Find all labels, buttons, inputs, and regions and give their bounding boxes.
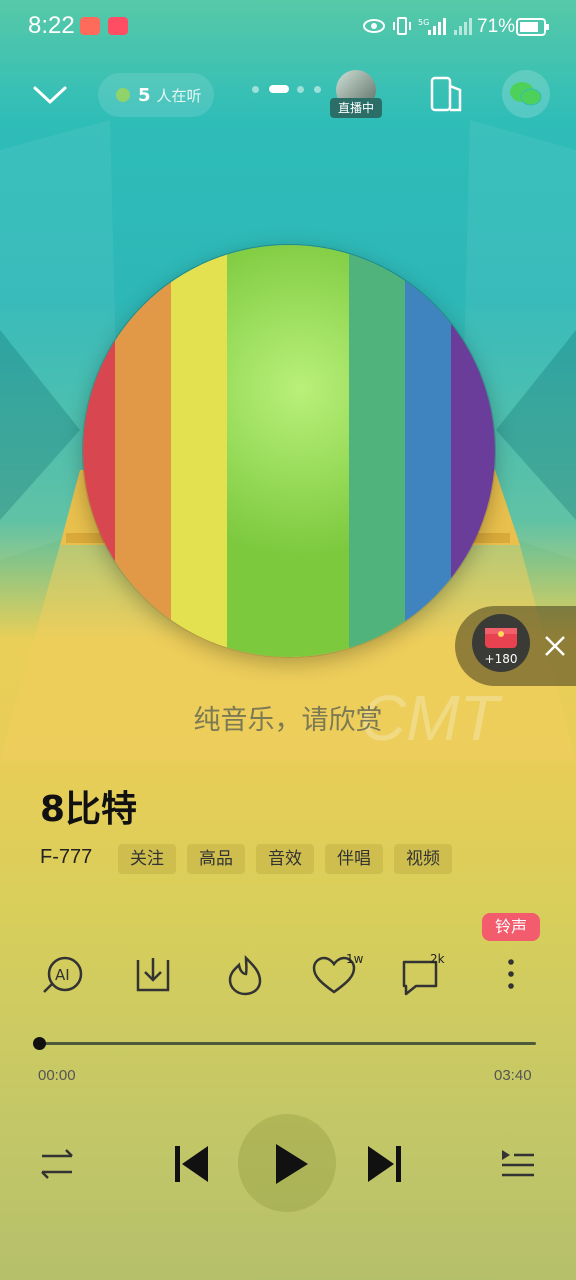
tag-quality[interactable]: 高品 bbox=[187, 844, 245, 874]
tag-follow[interactable]: 关注 bbox=[118, 844, 176, 874]
cover-stripe bbox=[405, 245, 451, 657]
artist-name[interactable]: F-777 bbox=[40, 846, 92, 869]
gift-box-icon bbox=[485, 628, 517, 648]
repeat-icon bbox=[41, 1149, 73, 1179]
page-dot bbox=[297, 86, 304, 93]
more-button[interactable] bbox=[486, 950, 536, 1000]
status-time: 8:22 bbox=[28, 12, 75, 39]
status-bar: 8:22 5G 71% bbox=[0, 0, 576, 54]
shop-notification-icon bbox=[108, 17, 128, 35]
chevron-down-icon bbox=[33, 86, 67, 105]
eye-icon bbox=[363, 19, 385, 33]
page-dot bbox=[314, 86, 321, 93]
total-time: 03:40 bbox=[494, 1067, 532, 1084]
phone-cast-icon bbox=[430, 76, 462, 112]
comment-button[interactable]: 2k bbox=[398, 950, 448, 1000]
playlist-button[interactable] bbox=[498, 1144, 538, 1184]
listeners-label: 人在听 bbox=[156, 86, 202, 105]
download-button[interactable] bbox=[128, 950, 178, 1000]
tag-effects[interactable]: 音效 bbox=[256, 844, 314, 874]
signal-weak-icon bbox=[454, 18, 472, 35]
video-notification-icon bbox=[80, 17, 100, 35]
page-dot bbox=[252, 86, 259, 93]
current-time: 00:00 bbox=[38, 1067, 76, 1084]
progress-track[interactable] bbox=[38, 1042, 536, 1045]
song-title: 8比特 bbox=[40, 789, 138, 830]
vibrate-icon bbox=[393, 17, 411, 35]
progress-thumb[interactable] bbox=[33, 1037, 46, 1050]
live-badge[interactable]: 直播中 bbox=[330, 98, 382, 118]
ringtone-badge[interactable]: 铃声 bbox=[482, 913, 540, 941]
gift-box-button[interactable]: +180 bbox=[472, 614, 530, 672]
cover-stripe bbox=[227, 245, 349, 657]
album-cover[interactable] bbox=[82, 244, 496, 658]
flame-icon bbox=[228, 954, 262, 996]
battery-percent: 71% bbox=[477, 16, 516, 37]
cover-stripe bbox=[349, 245, 405, 657]
close-float-button[interactable] bbox=[540, 631, 570, 661]
collapse-button[interactable] bbox=[30, 78, 70, 112]
cover-stripe bbox=[115, 245, 171, 657]
lyric-line[interactable]: 纯音乐，请欣赏 bbox=[0, 698, 576, 737]
ai-icon: AI bbox=[43, 956, 83, 993]
comment-count: 2k bbox=[430, 952, 445, 966]
listeners-indicator-icon bbox=[116, 88, 130, 102]
play-icon bbox=[276, 1144, 308, 1184]
page-dot-active bbox=[269, 85, 289, 93]
fire-button[interactable] bbox=[220, 950, 270, 1000]
like-count: 1w bbox=[346, 952, 364, 966]
svg-text:5G: 5G bbox=[418, 18, 429, 27]
signal-5g-icon: 5G bbox=[418, 18, 446, 35]
tag-video[interactable]: 视频 bbox=[394, 844, 452, 874]
more-vertical-icon bbox=[508, 959, 514, 989]
wechat-icon bbox=[510, 82, 542, 106]
ai-button[interactable]: AI bbox=[38, 950, 88, 1000]
listeners-pill[interactable]: 5 人在听 bbox=[98, 73, 214, 117]
close-icon bbox=[545, 636, 565, 656]
like-button[interactable]: 1w bbox=[310, 950, 364, 1000]
skip-previous-icon bbox=[175, 1146, 208, 1182]
skip-next-icon bbox=[368, 1146, 401, 1182]
play-mode-button[interactable] bbox=[38, 1144, 78, 1184]
cover-stripe bbox=[83, 245, 115, 657]
cover-stripe bbox=[171, 245, 227, 657]
device-switch-button[interactable] bbox=[426, 74, 466, 114]
wechat-share-button[interactable] bbox=[502, 70, 550, 118]
playlist-icon bbox=[502, 1150, 534, 1177]
svg-text:AI: AI bbox=[55, 966, 70, 984]
play-button[interactable] bbox=[238, 1114, 336, 1212]
previous-button[interactable] bbox=[170, 1142, 214, 1186]
cover-stripe bbox=[451, 245, 495, 657]
next-button[interactable] bbox=[362, 1142, 406, 1186]
gift-box-label: +180 bbox=[484, 652, 518, 666]
battery-icon bbox=[516, 18, 549, 36]
download-icon bbox=[136, 958, 170, 992]
tag-accompaniment[interactable]: 伴唱 bbox=[325, 844, 383, 874]
listeners-count: 5 bbox=[138, 84, 151, 106]
